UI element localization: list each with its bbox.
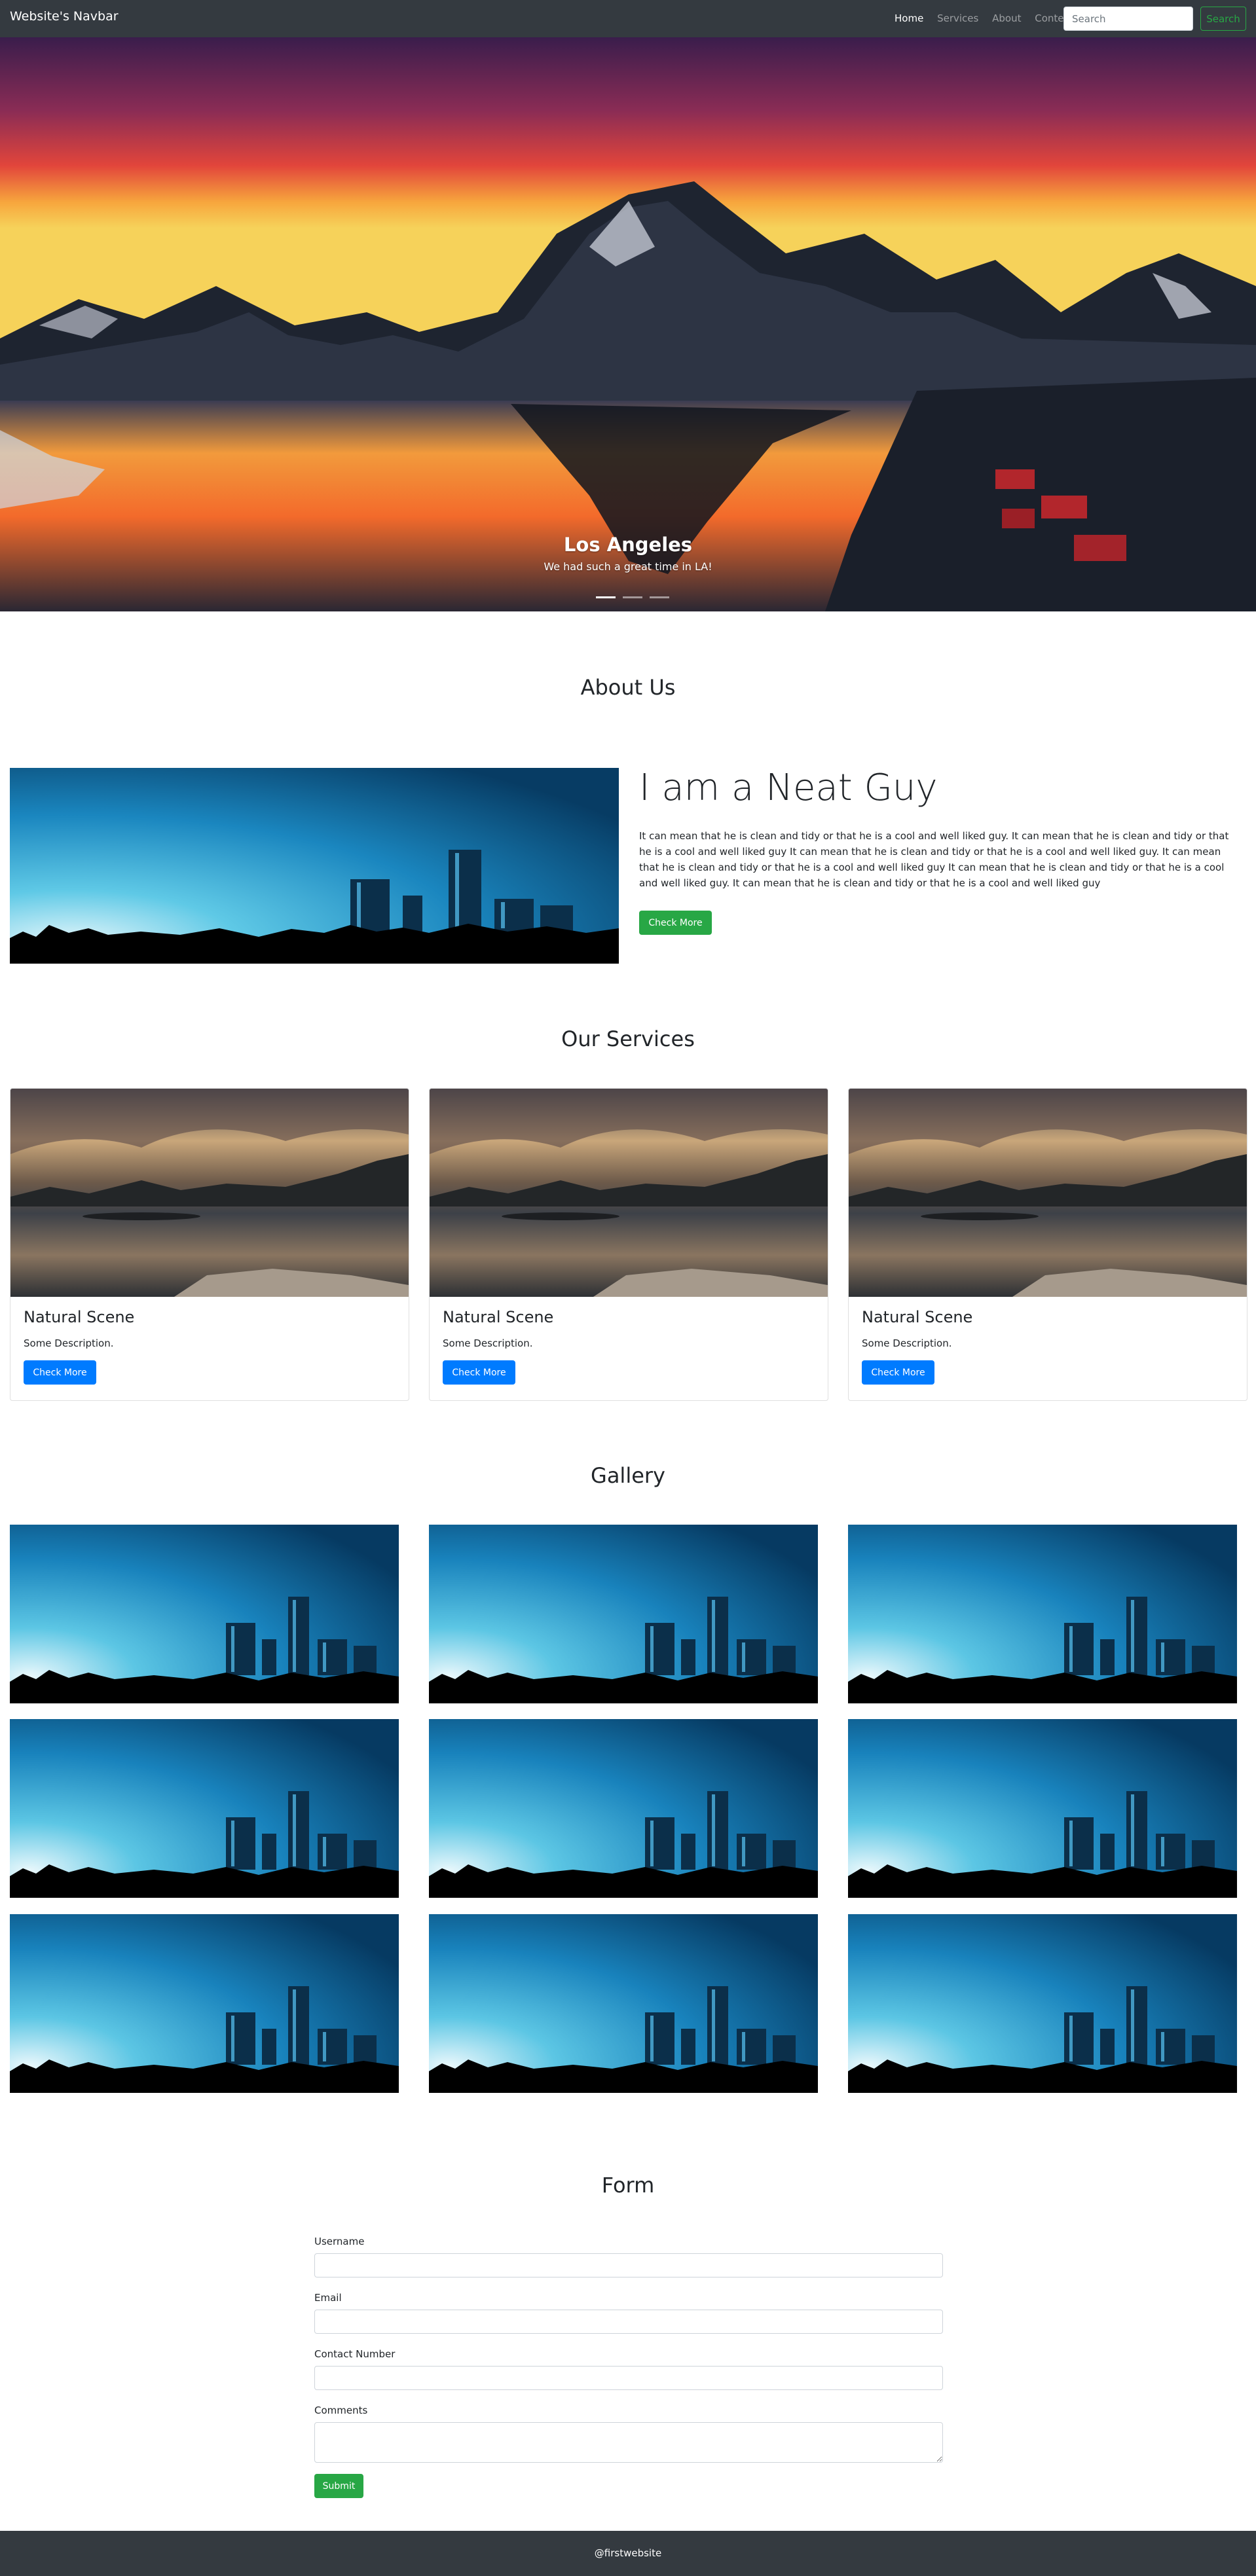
nav-link-about[interactable]: About <box>992 12 1021 24</box>
service-check-more-button[interactable]: Check More <box>862 1360 934 1385</box>
service-check-more-button[interactable]: Check More <box>24 1360 96 1385</box>
comments-label: Comments <box>314 2404 368 2416</box>
hero-landscape-image <box>0 37 1256 611</box>
navbar-brand[interactable]: Website's Navbar <box>10 9 119 24</box>
gallery-image <box>10 1914 399 2093</box>
nav-link-home[interactable]: Home <box>895 12 923 24</box>
service-card: Natural Scene Some Description. Check Mo… <box>10 1088 409 1401</box>
carousel-caption-text: We had such a great time in LA! <box>544 560 712 573</box>
username-label: Username <box>314 2236 365 2247</box>
service-card: Natural Scene Some Description. Check Mo… <box>429 1088 828 1401</box>
search-button[interactable]: Search <box>1200 7 1246 31</box>
service-card-image <box>849 1089 1247 1297</box>
submit-button[interactable]: Submit <box>314 2474 363 2498</box>
gallery-image <box>10 1525 399 1703</box>
carousel-indicator-2[interactable] <box>623 596 643 598</box>
gallery-image <box>429 1525 818 1703</box>
email-label: Email <box>314 2292 342 2304</box>
contact-number-label: Contact Number <box>314 2348 396 2360</box>
service-card-image <box>10 1089 409 1297</box>
search-input[interactable] <box>1063 7 1193 31</box>
footer-text: @firstwebsite <box>594 2547 662 2559</box>
about-city-image <box>10 768 619 964</box>
carousel-indicators <box>594 589 671 601</box>
service-card: Natural Scene Some Description. Check Mo… <box>848 1088 1247 1401</box>
about-heading: I am a Neat Guy <box>639 767 938 809</box>
gallery-image <box>429 1719 818 1898</box>
gallery-section-title: Gallery <box>591 1463 665 1488</box>
username-field[interactable] <box>314 2253 943 2277</box>
about-text: It can mean that he is clean and tidy or… <box>639 830 1229 889</box>
footer: @firstwebsite <box>0 2531 1256 2576</box>
contact-number-field[interactable] <box>314 2366 943 2390</box>
hero-carousel[interactable]: Los Angeles We had such a great time in … <box>0 37 1256 611</box>
gallery-image <box>10 1719 399 1898</box>
nav-links: Home Services About Content <box>895 12 1084 24</box>
service-card-description: Some Description. <box>24 1337 114 1349</box>
form-section-title: Form <box>601 2173 655 2198</box>
about-check-more-button[interactable]: Check More <box>639 911 712 935</box>
service-card-description: Some Description. <box>862 1337 952 1349</box>
nav-link-services[interactable]: Services <box>937 12 978 24</box>
carousel-caption-title: Los Angeles <box>563 534 693 556</box>
service-card-title: Natural Scene <box>443 1308 554 1326</box>
gallery-image <box>848 1914 1237 2093</box>
navbar: Website's Navbar Home Services About Con… <box>0 0 1256 37</box>
service-check-more-button[interactable]: Check More <box>443 1360 515 1385</box>
gallery-image <box>848 1719 1237 1898</box>
gallery-image <box>848 1525 1237 1703</box>
service-card-title: Natural Scene <box>862 1308 973 1326</box>
service-card-image <box>430 1089 828 1297</box>
services-section-title: Our Services <box>561 1026 695 1051</box>
service-card-description: Some Description. <box>443 1337 533 1349</box>
gallery-image <box>429 1914 818 2093</box>
about-section-title: About Us <box>580 675 676 700</box>
email-field[interactable] <box>314 2310 943 2334</box>
comments-field[interactable] <box>314 2422 943 2463</box>
carousel-indicator-3[interactable] <box>650 596 670 598</box>
carousel-indicator-1[interactable] <box>596 596 616 598</box>
service-card-title: Natural Scene <box>24 1308 135 1326</box>
